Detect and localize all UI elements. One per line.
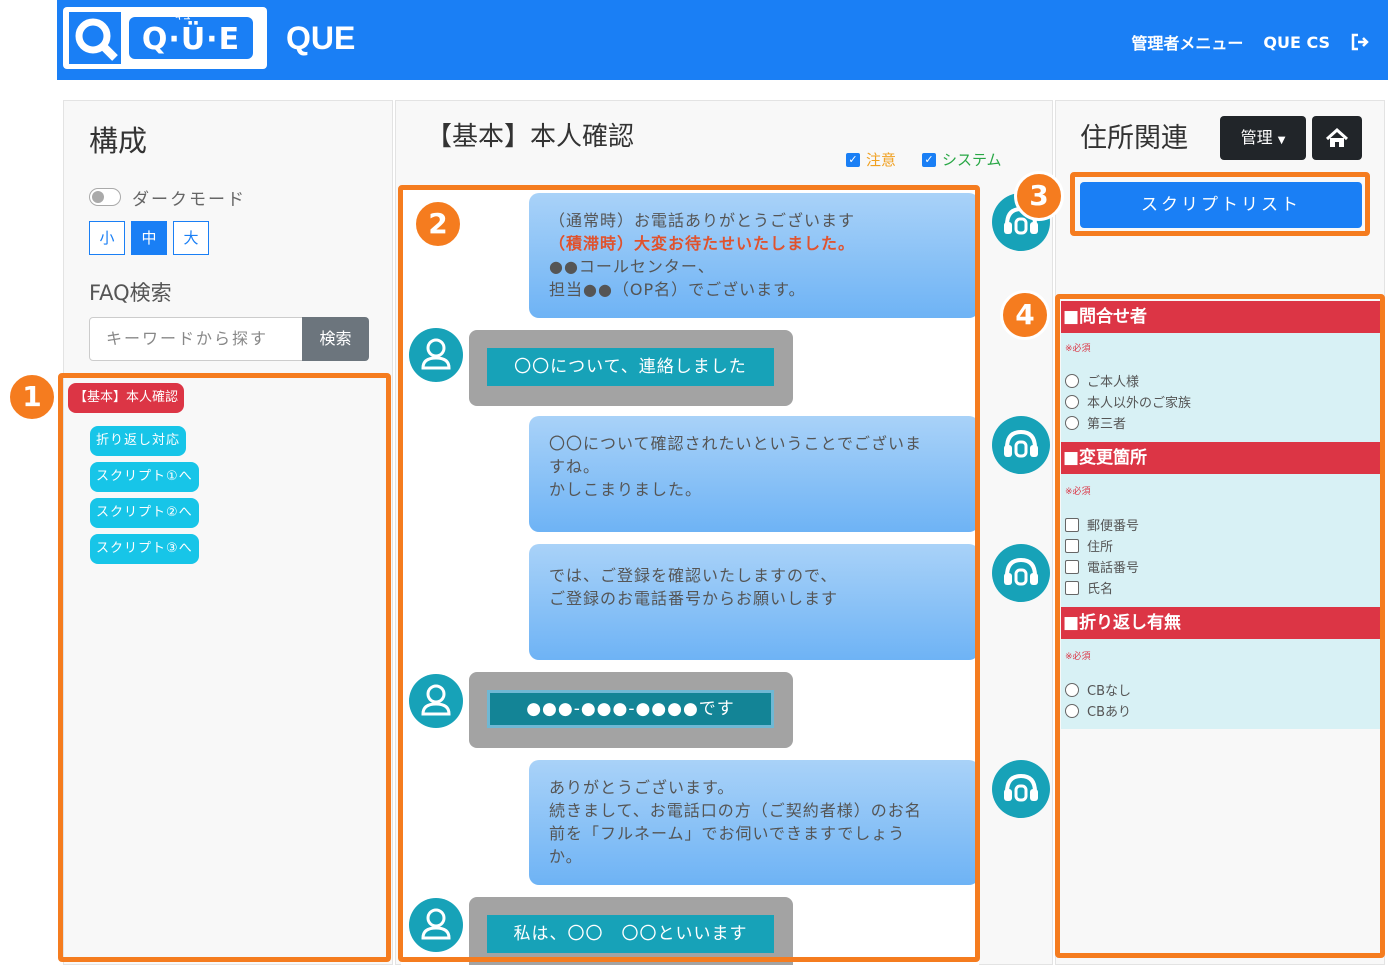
caution-filter-label: 注意 (866, 151, 897, 169)
callout-4: 4 (1000, 290, 1050, 340)
system-filter-label: システム (942, 151, 1002, 169)
font-size-small-button[interactable]: 小 (89, 221, 125, 255)
logo-wordmark: Q·Ü·E (129, 17, 253, 59)
font-size-large-button[interactable]: 大 (173, 221, 209, 255)
address-title: 住所関連 (1080, 123, 1188, 154)
top-navbar: Q·Ü·E キュー QUE 管理者メニュー QUE CS (57, 0, 1388, 80)
check-icon: ✓ (922, 152, 936, 167)
callout-1: 1 (7, 372, 57, 422)
headset-icon (992, 760, 1050, 818)
highlight-box-1 (58, 373, 391, 962)
logout-icon[interactable] (1350, 32, 1370, 52)
caution-filter[interactable]: ✓ 注意 (846, 149, 896, 170)
search-q-icon (69, 12, 121, 64)
manage-dropdown-button[interactable]: 管理 ▼ (1220, 116, 1306, 160)
dark-mode-toggle[interactable] (89, 188, 121, 206)
callout-3: 3 (1014, 171, 1064, 221)
structure-title: 構成 (89, 124, 148, 158)
home-button[interactable] (1312, 116, 1362, 160)
headset-icon (992, 416, 1050, 474)
highlight-box-4 (1055, 294, 1385, 958)
faq-search-title: FAQ検索 (89, 281, 172, 305)
que-logo[interactable]: Q·Ü·E キュー (63, 7, 267, 69)
brand-name: QUE (286, 20, 356, 56)
faq-search-button[interactable]: 検索 (302, 317, 369, 361)
highlight-box-3 (1070, 172, 1370, 236)
nav-right: 管理者メニュー QUE CS (1131, 30, 1370, 54)
system-filter[interactable]: ✓ システム (922, 149, 1002, 170)
manage-label: 管理 (1240, 128, 1273, 147)
caret-down-icon: ▼ (1277, 135, 1286, 146)
check-icon: ✓ (846, 152, 860, 167)
admin-menu-link[interactable]: 管理者メニュー (1131, 30, 1243, 54)
home-icon (1325, 127, 1349, 147)
callout-2: 2 (413, 199, 463, 249)
app-page: Q·Ü·E キュー QUE 管理者メニュー QUE CS 構成 ダークモード 小… (0, 0, 1388, 965)
headset-icon (992, 544, 1050, 602)
font-size-medium-button[interactable]: 中 (131, 221, 167, 255)
user-name-link[interactable]: QUE CS (1263, 33, 1330, 52)
faq-search-input[interactable]: キーワードから探す (89, 317, 303, 361)
dark-mode-label: ダークモード (132, 190, 246, 210)
script-title: 【基本】本人確認 (426, 122, 635, 152)
highlight-box-2 (398, 185, 980, 962)
logo-ruby: キュー (175, 12, 199, 21)
